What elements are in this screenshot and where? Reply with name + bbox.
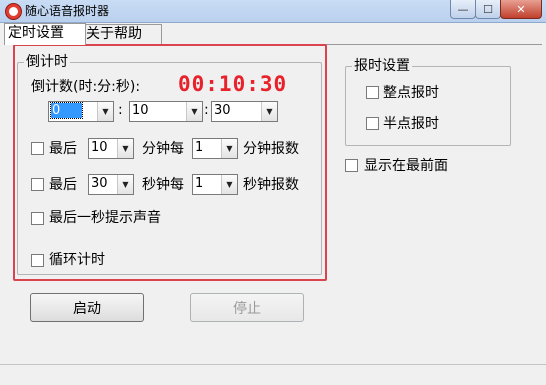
loop-timer-checkbox[interactable] (31, 254, 44, 267)
on-hour-report-label: 整点报时 (383, 85, 439, 101)
chevron-down-icon[interactable]: ▼ (117, 175, 133, 194)
minute-report-last-select[interactable]: 10 ▼ (88, 138, 134, 159)
time-separator: : (204, 102, 209, 118)
second-report-checkbox[interactable] (31, 178, 44, 191)
second-report-interval-value: 1 (195, 176, 204, 191)
close-button[interactable]: ✕ (500, 0, 542, 19)
start-button[interactable]: 启动 (30, 293, 144, 322)
second-report-last-value: 30 (91, 176, 108, 191)
chevron-down-icon[interactable]: ▼ (261, 102, 277, 121)
loop-timer-label: 循环计时 (49, 252, 105, 268)
time-separator: : (118, 102, 123, 118)
minute-report-checkbox[interactable] (31, 142, 44, 155)
tab-about-help[interactable]: 关于帮助 (82, 24, 162, 44)
maximize-button[interactable]: ☐ (475, 0, 501, 19)
half-hour-report-checkbox[interactable] (366, 117, 379, 130)
countdown-display: 00:10:30 (178, 72, 288, 96)
minute-report-prefix: 最后 (49, 141, 77, 157)
second-report-mid: 秒钟每 (142, 177, 184, 193)
chevron-down-icon[interactable]: ▼ (221, 139, 237, 158)
title-bar: 随心语音报时器 — ☐ ✕ (0, 0, 546, 23)
on-hour-report-checkbox[interactable] (366, 86, 379, 99)
seconds-select[interactable]: 30 ▼ (211, 101, 278, 122)
minutes-value: 10 (132, 103, 149, 118)
second-report-suffix: 秒钟报数 (243, 177, 299, 193)
window-title: 随心语音报时器 (25, 4, 110, 18)
minute-report-mid: 分钟每 (142, 141, 184, 157)
minimize-button[interactable]: — (450, 0, 476, 19)
report-settings-title: 报时设置 (352, 58, 412, 74)
second-report-interval-select[interactable]: 1 ▼ (192, 174, 238, 195)
countdown-label: 倒计数(时:分:秒): (31, 79, 141, 95)
stop-button[interactable]: 停止 (190, 293, 304, 322)
countdown-group-title: 倒计时 (24, 54, 70, 70)
chevron-down-icon[interactable]: ▼ (117, 139, 133, 158)
second-report-prefix: 最后 (49, 177, 77, 193)
hours-select[interactable]: 0 ▼ (48, 101, 114, 122)
chevron-down-icon[interactable]: ▼ (97, 102, 113, 121)
hours-value: 0 (49, 102, 84, 119)
chevron-down-icon[interactable]: ▼ (221, 175, 237, 194)
report-settings-group: 报时设置 (345, 58, 511, 146)
always-on-top-checkbox[interactable] (345, 159, 358, 172)
seconds-value: 30 (214, 103, 231, 118)
status-bar (0, 364, 546, 385)
always-on-top-label: 显示在最前面 (364, 158, 448, 174)
app-clock-icon (5, 3, 22, 20)
last-second-sound-label: 最后一秒提示声音 (49, 210, 161, 226)
tab-timer-settings[interactable]: 定时设置 (4, 23, 86, 45)
half-hour-report-label: 半点报时 (383, 116, 439, 132)
minute-report-last-value: 10 (91, 140, 108, 155)
minute-report-interval-value: 1 (195, 140, 204, 155)
minute-report-suffix: 分钟报数 (243, 141, 299, 157)
minutes-select[interactable]: 10 ▼ (129, 101, 203, 122)
second-report-last-select[interactable]: 30 ▼ (88, 174, 134, 195)
chevron-down-icon[interactable]: ▼ (186, 102, 202, 121)
minute-report-interval-select[interactable]: 1 ▼ (192, 138, 238, 159)
last-second-sound-checkbox[interactable] (31, 212, 44, 225)
